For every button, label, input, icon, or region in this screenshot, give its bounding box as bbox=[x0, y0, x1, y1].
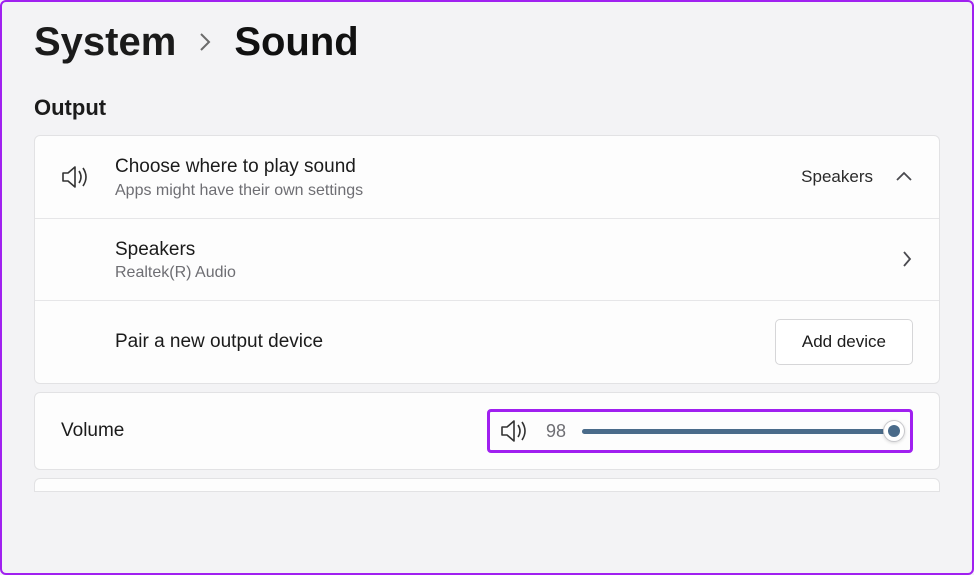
breadcrumb: System Sound bbox=[34, 20, 940, 65]
output-heading: Output bbox=[34, 95, 940, 121]
chevron-up-icon bbox=[895, 171, 913, 183]
volume-card: Volume 98 bbox=[34, 392, 940, 470]
choose-output-row[interactable]: Choose where to play sound Apps might ha… bbox=[35, 136, 939, 219]
volume-highlight: 98 bbox=[487, 409, 913, 453]
pair-device-row: Pair a new output device Add device bbox=[35, 301, 939, 383]
choose-output-subtitle: Apps might have their own settings bbox=[115, 182, 801, 200]
next-card-peek bbox=[34, 478, 940, 492]
speaker-icon bbox=[61, 164, 91, 190]
add-device-button[interactable]: Add device bbox=[775, 319, 913, 365]
chevron-right-icon bbox=[901, 250, 913, 268]
pair-label: Pair a new output device bbox=[115, 329, 775, 355]
breadcrumb-current: Sound bbox=[234, 20, 358, 65]
output-group: Choose where to play sound Apps might ha… bbox=[34, 135, 940, 384]
choose-output-title: Choose where to play sound bbox=[115, 154, 801, 180]
volume-slider[interactable] bbox=[582, 421, 900, 441]
output-device-row[interactable]: Speakers Realtek(R) Audio bbox=[35, 219, 939, 302]
volume-label: Volume bbox=[61, 420, 124, 442]
current-output-value: Speakers bbox=[801, 167, 873, 187]
device-name: Speakers bbox=[115, 237, 901, 263]
volume-value: 98 bbox=[546, 421, 566, 442]
speaker-icon bbox=[500, 418, 530, 444]
device-driver: Realtek(R) Audio bbox=[115, 264, 901, 282]
chevron-right-icon bbox=[198, 31, 212, 53]
breadcrumb-parent[interactable]: System bbox=[34, 20, 176, 65]
